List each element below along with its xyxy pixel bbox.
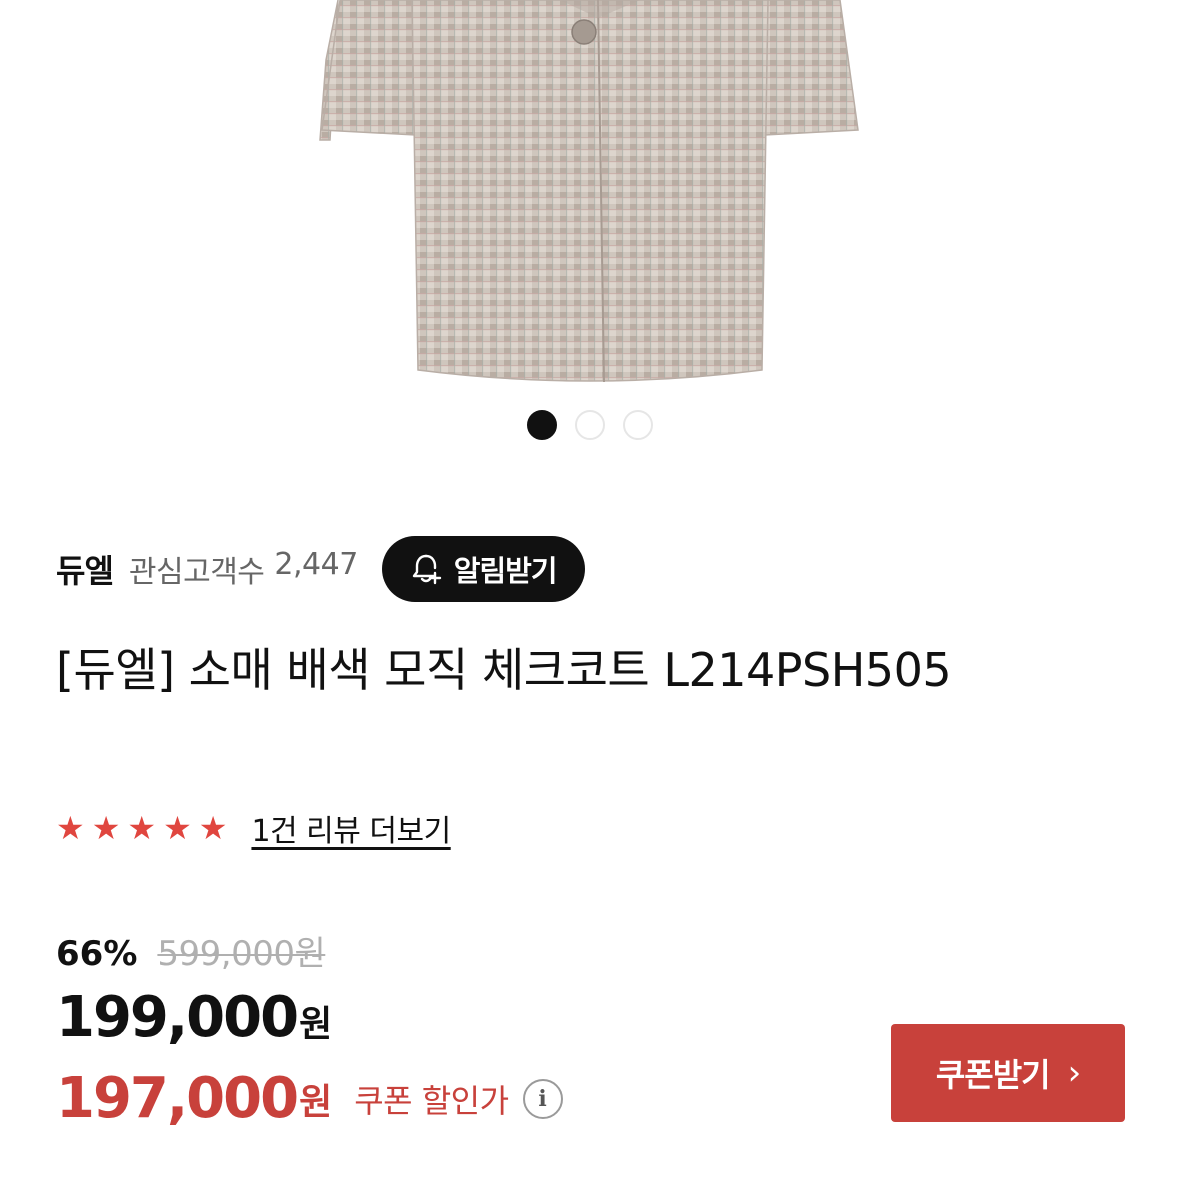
bell-plus-icon — [412, 554, 441, 585]
sale-price: 199,000 — [56, 985, 299, 1050]
product-title: [듀엘] 소매 배색 모직 체크코트 L214PSH505 — [56, 643, 952, 697]
notify-button[interactable]: 알림받기 — [381, 536, 585, 602]
star-icon: ★ — [198, 809, 228, 847]
follower-count: 관심고객수 2,447 — [129, 547, 358, 591]
discount-rate: 66% — [56, 934, 138, 974]
sale-price-row: 199,000 원 — [56, 985, 332, 1050]
coupon-price: 197,000 — [56, 1066, 299, 1131]
carousel-indicator — [0, 410, 1179, 442]
discount-row: 66% 599,000원 — [56, 926, 326, 975]
info-icon[interactable]: i — [522, 1078, 563, 1119]
review-more-link[interactable]: 1건 리뷰 더보기 — [251, 806, 451, 850]
carousel-dot-2[interactable] — [574, 410, 605, 440]
original-price: 599,000원 — [157, 934, 326, 974]
brand-row: 듀엘 관심고객수 2,447 알림받기 — [56, 536, 585, 602]
coupon-download-button[interactable]: 쿠폰받기 › — [891, 1024, 1125, 1122]
product-image[interactable] — [0, 0, 1179, 395]
rating-row: ★ ★ ★ ★ ★ 1건 리뷰 더보기 — [56, 806, 451, 850]
follower-label: 관심고객수 — [128, 555, 265, 590]
star-icon: ★ — [163, 809, 192, 847]
sale-price-unit: 원 — [299, 1004, 333, 1045]
coupon-price-unit: 원 — [299, 1081, 333, 1123]
star-icon: ★ — [56, 809, 85, 847]
follower-value: 2,447 — [274, 547, 358, 582]
chevron-right-icon: › — [1067, 1053, 1082, 1093]
coat-illustration — [319, 0, 859, 383]
star-icon: ★ — [127, 809, 157, 847]
coupon-price-label: 쿠폰 할인가 — [354, 1081, 509, 1120]
star-icon: ★ — [91, 809, 121, 847]
coupon-price-row: 197,000 원 쿠폰 할인가 i — [56, 1066, 563, 1131]
coupon-button-label: 쿠폰받기 — [935, 1056, 1051, 1094]
notify-label: 알림받기 — [453, 554, 558, 588]
brand-name[interactable]: 듀엘 — [56, 546, 114, 592]
carousel-dot-1[interactable] — [526, 410, 557, 440]
carousel-dot-3[interactable] — [622, 410, 653, 440]
star-rating: ★ ★ ★ ★ ★ — [56, 812, 227, 844]
